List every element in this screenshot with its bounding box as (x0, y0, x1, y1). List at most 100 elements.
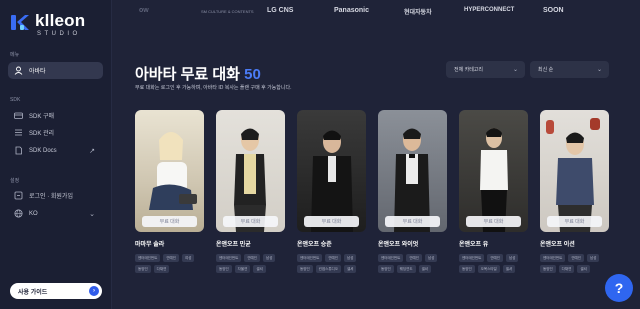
tag[interactable]: 동양인 (540, 265, 556, 273)
tag[interactable]: 엔터테인먼트 (459, 254, 485, 262)
page-subtitle: 무료 대화는 로그인 후 가능하며, 아바타 ID 복사는 플랜 구매 후 가능… (135, 85, 292, 91)
docs-icon (14, 146, 23, 155)
tag[interactable]: 연예인 (568, 254, 584, 262)
tag[interactable]: 동양인 (459, 265, 475, 273)
avatar-card[interactable]: 무료 대화 온앤오프 승준 엔터테인먼트 연예인 남성 동양인 컨셉스튜디오 셀… (297, 110, 366, 273)
user-guide-label: 사용 가이드 (18, 289, 48, 296)
tag[interactable]: 연예인 (244, 254, 260, 262)
help-button[interactable]: ? (605, 274, 633, 302)
avatar-name: 온앤오프 민균 (216, 242, 251, 248)
sidebar-item-label: 아바타 (29, 69, 46, 75)
sort-select[interactable]: 최신 순 ⌄ (530, 61, 609, 78)
partner-logo: 현대자동차 (404, 10, 432, 16)
tag[interactable]: 셀셔 (418, 265, 432, 273)
avatar-card[interactable]: 무료 대화 온앤오프 민균 엔터테인먼트 연예인 남성 동양인 자율연 셀셔 (216, 110, 285, 273)
brand-name: klleon (35, 11, 86, 30)
free-chat-button[interactable]: 무료 대화 (385, 216, 440, 227)
sidebar-item-label: SDK 구매 (29, 114, 55, 120)
sidebar-item-sdk-manage[interactable]: SDK 관리 (8, 124, 103, 141)
tag[interactable]: 동양인 (216, 265, 232, 273)
avatar-figure (480, 128, 508, 232)
tag[interactable]: 여성 (182, 254, 195, 262)
tag[interactable]: 셀셔 (253, 265, 266, 273)
free-chat-button[interactable]: 무료 대화 (547, 216, 602, 227)
free-chat-button[interactable]: 무료 대화 (142, 216, 197, 227)
category-select-value: 전체 카테고리 (454, 67, 483, 73)
free-chat-button[interactable]: 무료 대화 (304, 216, 359, 227)
tag[interactable]: 셀셔 (502, 265, 516, 273)
avatar-image: 무료 대화 (297, 110, 366, 232)
free-chat-button[interactable]: 무료 대화 (466, 216, 521, 227)
sidebar-item-sdk-docs[interactable]: SDK Docs ↗ (8, 142, 103, 159)
sidebar-item-login[interactable]: 로그인 · 회원가입 (8, 187, 103, 204)
avatar-card[interactable]: 무료 대화 온앤오프 와이엇 엔터테인먼트 연예인 남성 동양인 웨딩연도 셀셔 (378, 110, 447, 273)
tag-list: 엔터테인먼트 연예인 남성 동양인 자율연 셀셔 (216, 254, 286, 273)
category-select[interactable]: 전체 카테고리 ⌄ (446, 61, 525, 78)
partner-logo: HYPERCONNECT (464, 7, 515, 13)
partner-logo: ow (139, 7, 149, 14)
tag-list: 엔터테인먼트 연예인 남성 동양인 웨딩연도 셀셔 (378, 254, 448, 273)
tag[interactable]: 다채연 (153, 265, 170, 273)
brand-subtitle: STUDIO (37, 31, 81, 37)
tag-list: 엔터테인먼트 연예인 남성 동양인 컨셉스튜디오 셀셔 (297, 254, 367, 273)
globe-icon (14, 209, 23, 218)
manage-icon (14, 128, 23, 137)
free-chat-button[interactable]: 무료 대화 (223, 216, 278, 227)
sidebar: klleon STUDIO 메뉴 아바타 SDK SDK 구매 SDK 관리 S… (0, 0, 112, 309)
tag-list: 엔터테인먼트 연예인 남성 동양인 오목스타일 셀셔 (459, 254, 529, 273)
sidebar-item-avatar[interactable]: 아바타 (8, 62, 103, 79)
page-title-text: 아바타 무료 대화 (135, 66, 240, 83)
question-icon: ? (614, 280, 624, 296)
avatar-count: 50 (244, 66, 261, 83)
user-guide-button[interactable]: 사용 가이드 › (10, 283, 102, 299)
chevron-down-icon: ⌄ (512, 67, 518, 73)
section-label-menu: 메뉴 (10, 52, 20, 58)
avatar-card[interactable]: 무료 대화 마마무 솔라 엔터테인먼트 연예인 여성 동양인 다채연 (135, 110, 204, 273)
tag[interactable]: 연예인 (406, 254, 422, 262)
tag[interactable]: 남성 (587, 254, 600, 262)
tag[interactable]: 남성 (425, 254, 438, 262)
chevron-down-icon: ⌄ (596, 67, 602, 73)
tag[interactable]: 연예인 (163, 254, 179, 262)
language-selector[interactable]: KO ⌄ (8, 205, 103, 222)
tag[interactable]: 엔터테인먼트 (297, 254, 323, 262)
tag[interactable]: 동양인 (378, 265, 394, 273)
language-label: KO (29, 210, 38, 217)
tag[interactable]: 엔터테인먼트 (216, 254, 242, 262)
sidebar-item-sdk-purchase[interactable]: SDK 구매 (8, 107, 103, 124)
tag[interactable]: 웨딩연도 (396, 265, 416, 273)
tag[interactable]: 셀셔 (344, 265, 357, 273)
tag[interactable]: 동양인 (297, 265, 313, 273)
brand-mark-icon (10, 12, 30, 32)
avatar-name: 온앤오프 이션 (540, 242, 575, 248)
tag-list: 엔터테인먼트 연예인 남성 동양인 다채연 셀셔 (540, 254, 610, 273)
tag[interactable]: 동양인 (135, 265, 151, 273)
partner-logo: Panasonic (334, 7, 370, 14)
tag[interactable]: 자율연 (234, 265, 251, 273)
section-label-sdk: SDK (10, 97, 21, 103)
tag[interactable]: 연예인 (487, 254, 503, 262)
tag[interactable]: 오목스타일 (477, 265, 500, 273)
avatar-card[interactable]: 무료 대화 온앤오프 유 엔터테인먼트 연예인 남성 동양인 오목스타일 셀셔 (459, 110, 528, 273)
section-label-settings: 설정 (10, 178, 20, 184)
tag-list: 엔터테인먼트 연예인 여성 동양인 다채연 (135, 254, 205, 273)
avatar-card[interactable]: 무료 대화 온앤오프 이션 엔터테인먼트 연예인 남성 동양인 다채연 셀셔 (540, 110, 609, 273)
tag[interactable]: 연예인 (325, 254, 341, 262)
tag[interactable]: 엔터테인먼트 (540, 254, 566, 262)
avatar-icon (14, 66, 23, 75)
page-title: 아바타 무료 대화 50 (135, 63, 261, 84)
tag[interactable]: 엔터테인먼트 (378, 254, 404, 262)
partner-logo: SM CULTURE & CONTENTS (201, 9, 254, 14)
brand-logo[interactable]: klleon STUDIO (10, 12, 85, 38)
tag[interactable]: 남성 (263, 254, 276, 262)
avatar-name: 온앤오프 승준 (297, 242, 332, 248)
tag[interactable]: 컨셉스튜디오 (315, 265, 341, 273)
tag[interactable]: 다채연 (558, 265, 575, 273)
tag[interactable]: 남성 (506, 254, 519, 262)
tag[interactable]: 엔터테인먼트 (135, 254, 161, 262)
avatar-image: 무료 대화 (135, 110, 204, 232)
tag[interactable]: 남성 (344, 254, 357, 262)
avatar-figure (311, 130, 353, 232)
partner-logo: LG CNS (267, 7, 294, 14)
tag[interactable]: 셀셔 (577, 265, 590, 273)
